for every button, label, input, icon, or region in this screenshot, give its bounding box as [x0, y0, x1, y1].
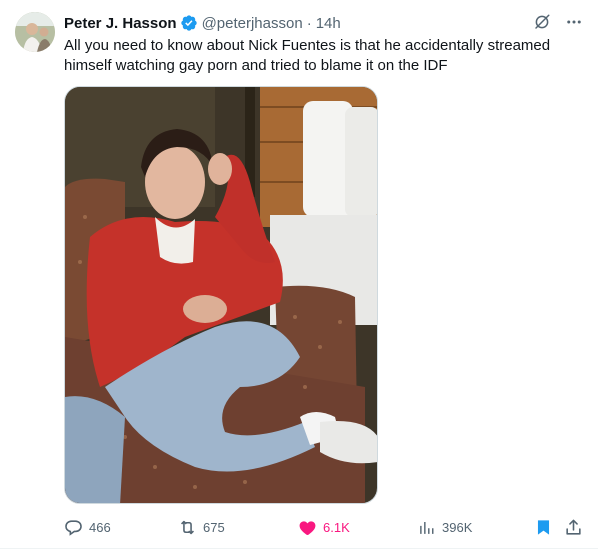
analytics-icon: [417, 518, 436, 537]
tweet-header: Peter J. Hasson @peterjhasson · 14h: [64, 13, 341, 33]
tweet-photo[interactable]: [64, 86, 378, 504]
bookmark-icon: [534, 518, 553, 537]
share-icon: [564, 518, 583, 537]
tweet-card[interactable]: Peter J. Hasson @peterjhasson · 14h All: [0, 0, 598, 549]
grok-icon[interactable]: [532, 12, 552, 32]
retweet-count: 675: [203, 519, 225, 535]
retweet-button[interactable]: 675: [178, 516, 225, 538]
views-button[interactable]: 396K: [417, 516, 472, 538]
more-options-icon[interactable]: [564, 12, 584, 32]
like-button[interactable]: 6.1K: [298, 516, 350, 538]
heart-icon: [298, 518, 317, 537]
views-count: 396K: [442, 519, 473, 535]
separator-dot: ·: [306, 14, 312, 32]
timestamp[interactable]: 14h: [316, 15, 341, 32]
tweet-text: All you need to know about Nick Fuentes …: [64, 37, 551, 74]
tweet-top-actions: [532, 12, 584, 32]
author-handle[interactable]: @peterjhasson: [202, 15, 303, 32]
author-name[interactable]: Peter J. Hasson: [64, 15, 177, 32]
reply-count: 466: [89, 519, 111, 535]
retweet-icon: [178, 518, 197, 537]
like-count: 6.1K: [323, 519, 350, 535]
verified-badge-icon: [180, 14, 198, 32]
share-button[interactable]: [564, 516, 583, 538]
tweet-actions: 466 675 6.1K 396K: [64, 516, 584, 538]
bookmark-button[interactable]: [534, 516, 553, 538]
reply-button[interactable]: 466: [64, 516, 111, 538]
reply-icon: [64, 518, 83, 537]
avatar[interactable]: [15, 12, 55, 52]
